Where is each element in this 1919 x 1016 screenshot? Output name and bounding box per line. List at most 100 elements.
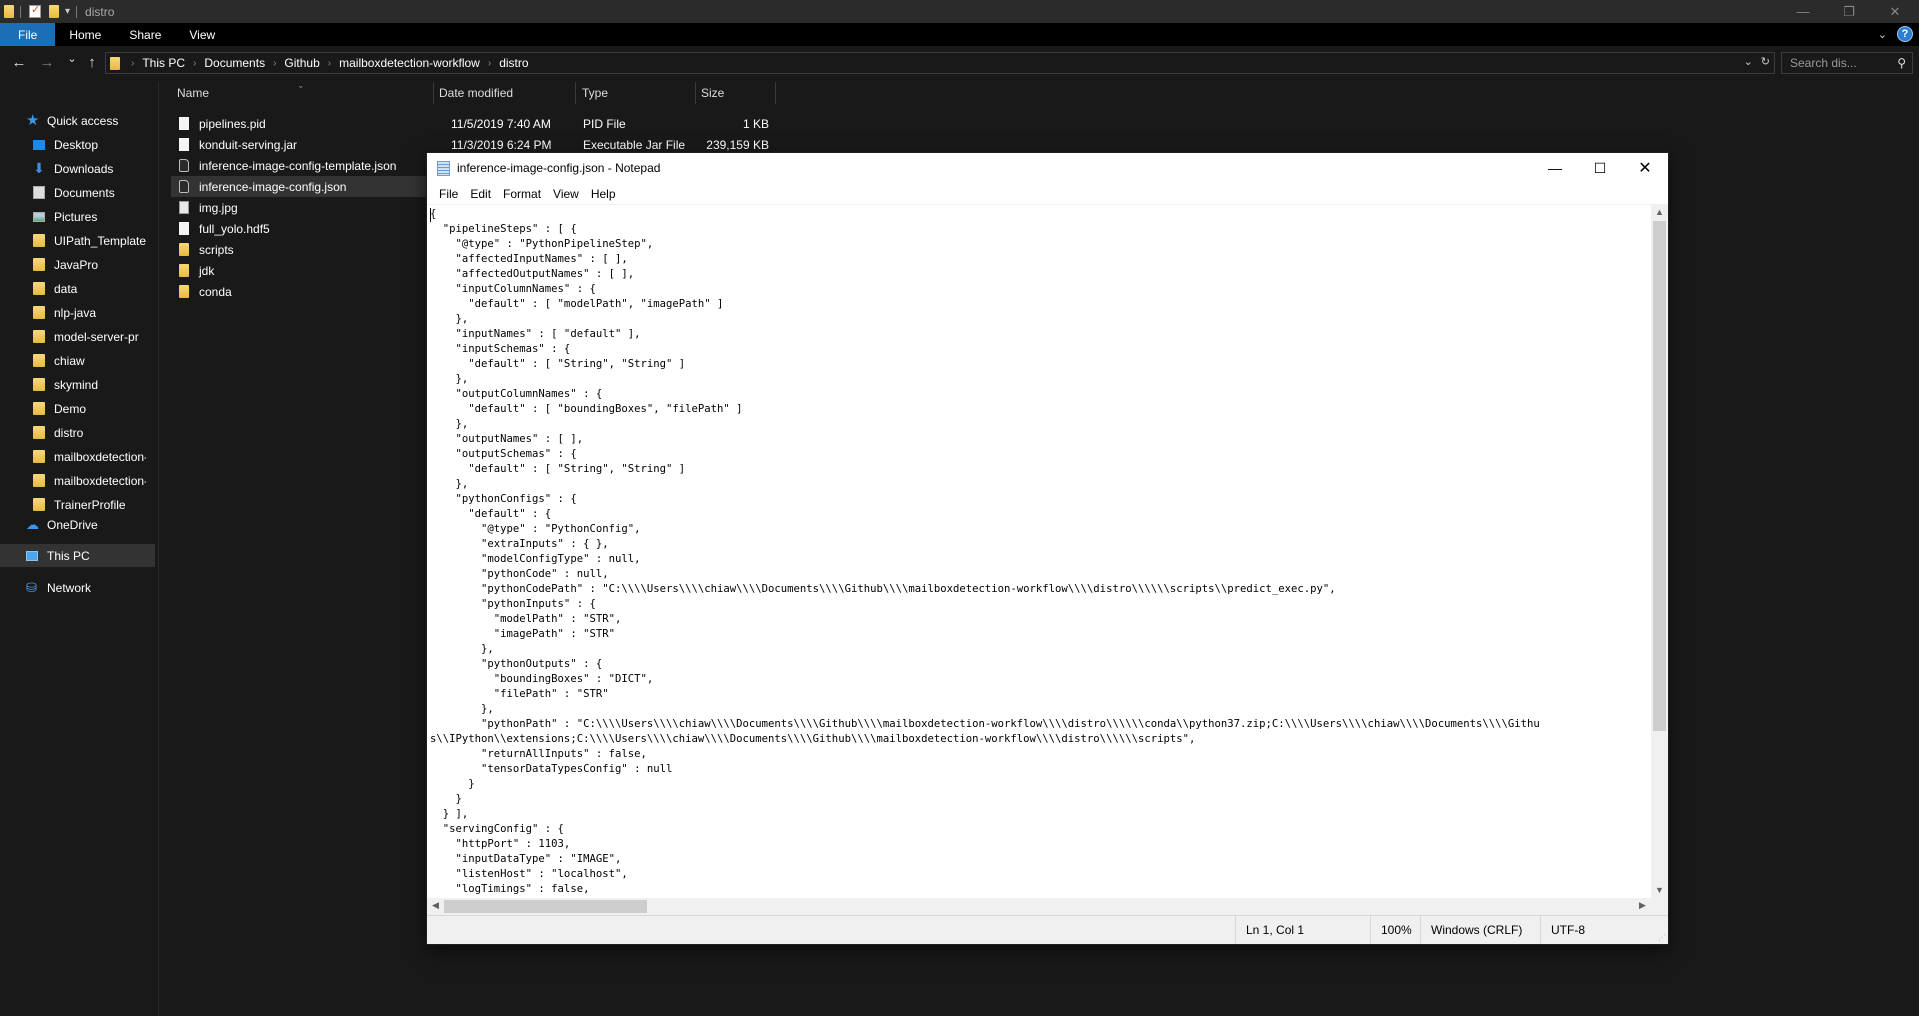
sidebar-item-label: Network bbox=[47, 580, 92, 595]
sidebar-item-label: mailboxdetection-v bbox=[54, 449, 146, 464]
file-row[interactable]: inference-image-config.json bbox=[171, 176, 431, 197]
folder-icon bbox=[4, 5, 14, 18]
folder-icon bbox=[33, 282, 45, 295]
chevron-right-icon[interactable]: › bbox=[193, 58, 196, 69]
file-name: full_yolo.hdf5 bbox=[199, 222, 270, 236]
scroll-left-icon[interactable]: ◀ bbox=[427, 900, 444, 911]
notepad-close-button[interactable]: ✕ bbox=[1622, 153, 1668, 183]
notepad-title-bar[interactable]: inference-image-config.json - Notepad — … bbox=[427, 153, 1668, 183]
scroll-up-icon[interactable]: ▲ bbox=[1651, 207, 1668, 217]
line-ending: Windows (CRLF) bbox=[1420, 916, 1540, 944]
file-name: conda bbox=[199, 285, 232, 299]
sidebar-item-label: mailboxdetection-v bbox=[54, 473, 146, 488]
folder-icon bbox=[33, 258, 45, 271]
column-headers: ⌄ Name Date modified Type Size bbox=[159, 80, 1919, 104]
column-header-date-modified[interactable]: Date modified bbox=[439, 86, 513, 100]
address-dropdown-icon[interactable]: ⌄ bbox=[1744, 55, 1753, 68]
sidebar-item-label: TrainerProfile bbox=[54, 497, 126, 512]
folder-icon bbox=[33, 450, 45, 463]
notepad-status-bar: Ln 1, Col 1 100% Windows (CRLF) UTF-8 ⋰ bbox=[427, 915, 1668, 944]
notepad-maximize-button[interactable]: ☐ bbox=[1577, 153, 1623, 183]
breadcrumb-documents[interactable]: Documents bbox=[204, 56, 265, 70]
sidebar-item-label: Downloads bbox=[54, 161, 114, 176]
menu-help[interactable]: Help bbox=[585, 187, 622, 201]
column-divider[interactable] bbox=[433, 82, 434, 104]
scroll-down-icon[interactable]: ▼ bbox=[1651, 885, 1668, 895]
notepad-text-area[interactable]: { "pipelineSteps" : [ { "@type" : "Pytho… bbox=[427, 204, 1651, 898]
properties-icon[interactable] bbox=[29, 3, 41, 18]
script-file-icon bbox=[179, 180, 189, 193]
notepad-icon bbox=[437, 160, 450, 176]
close-button[interactable]: ✕ bbox=[1872, 0, 1918, 23]
forward-button[interactable]: → bbox=[38, 54, 56, 71]
vertical-scroll-thumb[interactable] bbox=[1653, 221, 1666, 731]
breadcrumb-github[interactable]: Github bbox=[284, 56, 319, 70]
notepad-content[interactable]: { "pipelineSteps" : [ { "@type" : "Pytho… bbox=[430, 207, 1540, 898]
chevron-right-icon[interactable]: › bbox=[488, 58, 491, 69]
customize-toolbar-icon[interactable]: ▾ bbox=[65, 6, 70, 17]
file-row[interactable]: pipelines.pid 11/5/2019 7:40 AM PID File 1 … bbox=[171, 113, 1121, 134]
tab-file[interactable]: File bbox=[0, 23, 56, 46]
refresh-icon[interactable]: ↻ bbox=[1761, 55, 1770, 68]
address-bar[interactable]: › This PC › Documents › Github › mailbox… bbox=[105, 52, 1775, 74]
file-row[interactable]: konduit-serving.jar 11/3/2019 6:24 PM Exec… bbox=[171, 134, 1121, 155]
chevron-right-icon[interactable]: › bbox=[328, 58, 331, 69]
vertical-scrollbar[interactable]: ▲ ▼ bbox=[1651, 204, 1668, 898]
menu-view[interactable]: View bbox=[547, 187, 585, 201]
minimize-button[interactable]: — bbox=[1780, 0, 1826, 23]
search-icon[interactable]: ⚲ bbox=[1897, 56, 1906, 70]
scroll-right-icon[interactable]: ▶ bbox=[1634, 900, 1651, 911]
network-icon: ⛁ bbox=[26, 580, 37, 595]
tab-home[interactable]: Home bbox=[55, 23, 115, 46]
breadcrumb-mailboxdetection-workflow[interactable]: mailboxdetection-workflow bbox=[339, 56, 480, 70]
search-input[interactable]: Search dis... ⚲ bbox=[1781, 52, 1913, 74]
file-name: jdk bbox=[199, 264, 215, 278]
sidebar-item-this-pc[interactable]: This PC bbox=[0, 544, 155, 567]
menu-format[interactable]: Format bbox=[497, 187, 547, 201]
column-divider[interactable] bbox=[575, 82, 576, 104]
sort-indicator-icon: ⌄ bbox=[297, 80, 305, 90]
folder-icon bbox=[33, 402, 45, 415]
file-size: 239,159 KB bbox=[706, 138, 769, 152]
sidebar-item-label: data bbox=[54, 281, 78, 296]
navigation-pane: ★ Quick access Desktop📌⬇Downloads📌Docume… bbox=[0, 82, 178, 1016]
folder-icon bbox=[33, 498, 45, 511]
menu-edit[interactable]: Edit bbox=[464, 187, 497, 201]
file-name: konduit-serving.jar bbox=[199, 138, 298, 152]
tab-share[interactable]: Share bbox=[115, 23, 175, 46]
tab-view[interactable]: View bbox=[175, 23, 229, 46]
image-file-icon bbox=[179, 201, 189, 214]
breadcrumb-distro[interactable]: distro bbox=[499, 56, 528, 70]
file-name: inference-image-config.json bbox=[199, 180, 347, 194]
folder-icon bbox=[33, 474, 45, 487]
recent-locations-button[interactable]: ⌄ bbox=[63, 52, 81, 65]
divider bbox=[76, 5, 78, 18]
column-divider[interactable] bbox=[695, 82, 696, 104]
new-folder-icon[interactable] bbox=[49, 5, 59, 18]
notepad-window: inference-image-config.json - Notepad — … bbox=[427, 153, 1668, 944]
chevron-right-icon[interactable]: › bbox=[273, 58, 276, 69]
resize-grip-icon[interactable]: ⋰ bbox=[1658, 933, 1666, 942]
star-icon: ★ bbox=[26, 112, 40, 129]
breadcrumb-this-pc[interactable]: This PC bbox=[142, 56, 185, 70]
cloud-icon: ☁ bbox=[26, 517, 39, 532]
expand-ribbon-icon[interactable]: ⌄ bbox=[1878, 28, 1887, 41]
column-divider[interactable] bbox=[775, 82, 776, 104]
chevron-right-icon[interactable]: › bbox=[131, 58, 134, 69]
menu-file[interactable]: File bbox=[433, 187, 464, 201]
horizontal-scroll-thumb[interactable] bbox=[444, 900, 647, 913]
sidebar-item-label: Documents bbox=[54, 185, 115, 200]
column-header-name[interactable]: Name bbox=[177, 86, 209, 100]
sidebar-item-label: Desktop bbox=[54, 137, 99, 152]
ribbon-tabs: File Home Share View ⌄ ? bbox=[0, 23, 1919, 46]
help-icon[interactable]: ? bbox=[1897, 26, 1913, 42]
restore-button[interactable]: ❐ bbox=[1826, 0, 1872, 23]
notepad-minimize-button[interactable]: — bbox=[1532, 153, 1578, 183]
column-header-size[interactable]: Size bbox=[701, 86, 724, 100]
back-button[interactable]: ← bbox=[10, 54, 28, 71]
column-header-type[interactable]: Type bbox=[582, 86, 608, 100]
folder-icon bbox=[179, 243, 189, 256]
sidebar-item-label: skymind bbox=[54, 377, 99, 392]
horizontal-scrollbar[interactable]: ◀ ▶ bbox=[427, 898, 1651, 915]
up-button[interactable]: ↑ bbox=[83, 54, 101, 71]
